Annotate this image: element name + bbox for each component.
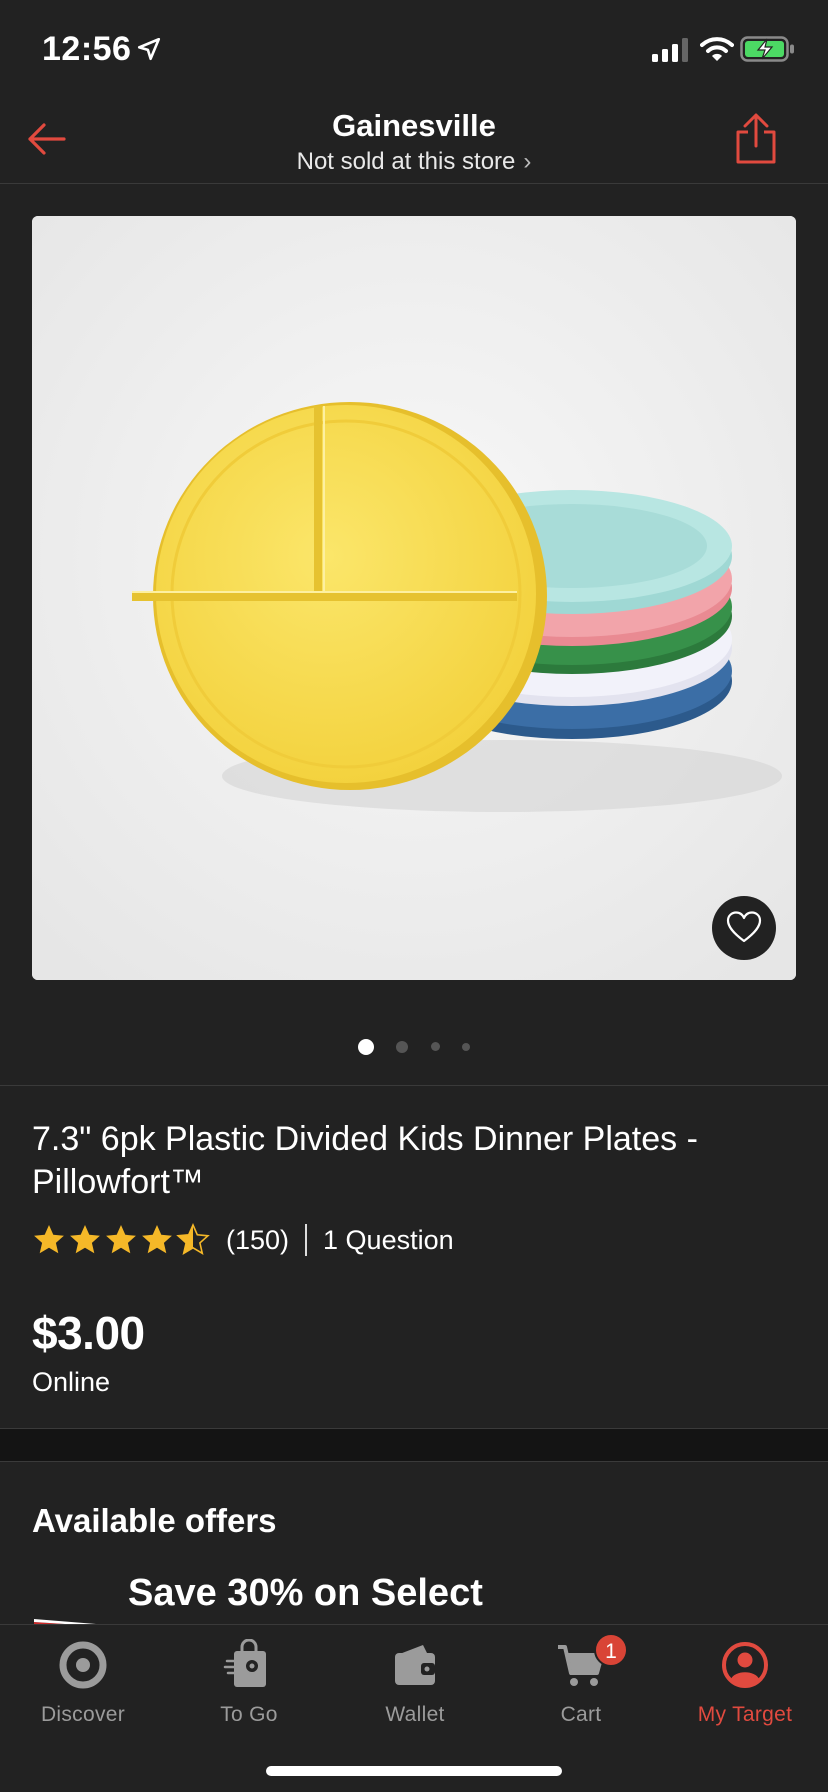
tab-to-go[interactable]: To Go bbox=[166, 1639, 332, 1739]
tab-label: Discover bbox=[40, 1703, 126, 1726]
carousel-pagination[interactable] bbox=[0, 1038, 828, 1058]
home-indicator[interactable] bbox=[266, 1766, 562, 1776]
tab-label: Cart bbox=[560, 1703, 602, 1726]
carousel-dot[interactable] bbox=[396, 1040, 409, 1053]
chevron-right-icon: › bbox=[523, 148, 532, 175]
price-channel: Online bbox=[32, 1367, 111, 1397]
favorite-button[interactable] bbox=[712, 896, 776, 960]
tab-label: My Target bbox=[697, 1703, 793, 1726]
star-full-icon bbox=[106, 1225, 136, 1254]
star-full-icon bbox=[34, 1225, 64, 1254]
star-full-icon bbox=[142, 1225, 172, 1254]
account-icon bbox=[722, 1642, 768, 1688]
cart-count-badge: 1 bbox=[594, 1633, 628, 1667]
heart-icon bbox=[726, 911, 762, 943]
shopping-bag-icon bbox=[223, 1639, 266, 1687]
product-image bbox=[32, 216, 796, 980]
status-bar: 12:56 bbox=[0, 0, 828, 100]
review-count-link[interactable]: (150) bbox=[226, 1225, 289, 1256]
tab-label: Wallet bbox=[385, 1703, 445, 1726]
tab-my-target[interactable]: My Target bbox=[662, 1639, 828, 1739]
questions-link[interactable]: 1 Question bbox=[323, 1225, 454, 1256]
rating-row[interactable]: (150) 1 Question bbox=[32, 1222, 454, 1258]
tab-wallet[interactable]: Wallet bbox=[332, 1639, 498, 1739]
target-icon bbox=[59, 1641, 107, 1689]
share-icon[interactable] bbox=[732, 112, 780, 166]
star-half-icon bbox=[176, 1223, 210, 1255]
carousel-dot[interactable] bbox=[462, 1042, 471, 1051]
tab-label: To Go bbox=[220, 1703, 278, 1726]
store-name[interactable]: Gainesville bbox=[0, 108, 828, 144]
star-full-icon bbox=[70, 1225, 100, 1254]
carousel-dot[interactable] bbox=[430, 1042, 440, 1052]
carousel-dot-active[interactable] bbox=[357, 1038, 374, 1055]
star-rating[interactable] bbox=[32, 1223, 212, 1257]
product-price: $3.00 bbox=[32, 1307, 145, 1359]
offers-heading: Available offers bbox=[32, 1502, 277, 1539]
status-time: 12:56 bbox=[42, 30, 132, 68]
battery-charging-icon bbox=[740, 36, 794, 62]
divider bbox=[305, 1224, 308, 1256]
store-availability-text: Not sold at this store bbox=[296, 148, 516, 175]
location-arrow-icon bbox=[137, 37, 161, 61]
tab-discover[interactable]: Discover bbox=[0, 1639, 166, 1739]
wifi-icon bbox=[700, 37, 734, 61]
product-title: 7.3" 6pk Plastic Divided Kids Dinner Pla… bbox=[32, 1120, 698, 1201]
store-header: Gainesville Not sold at this store › bbox=[0, 100, 828, 184]
offer-item-title[interactable]: Save 30% on Select bbox=[128, 1572, 483, 1615]
wallet-icon bbox=[395, 1645, 435, 1685]
cellular-signal-icon bbox=[652, 38, 688, 62]
section-separator bbox=[0, 1428, 828, 1462]
divider bbox=[0, 1085, 828, 1086]
tab-cart[interactable]: 1 Cart bbox=[498, 1633, 664, 1739]
product-image-carousel[interactable] bbox=[32, 216, 796, 980]
store-availability-link[interactable]: Not sold at this store › bbox=[0, 148, 828, 176]
